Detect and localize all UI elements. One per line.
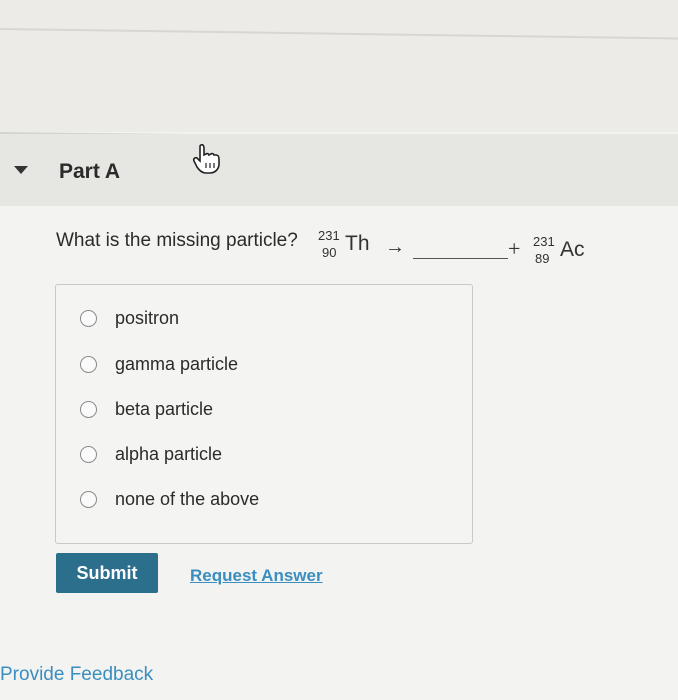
radio-button[interactable] xyxy=(80,356,97,373)
product-symbol: Ac xyxy=(560,238,585,261)
reaction-arrow: → xyxy=(385,236,405,258)
product-mass-number: 231 xyxy=(533,234,555,249)
submit-button[interactable]: Submit xyxy=(56,553,158,593)
radio-button[interactable] xyxy=(80,310,97,327)
option-label[interactable]: gamma particle xyxy=(115,354,238,375)
question-text: What is the missing particle? xyxy=(56,230,298,251)
reactant-mass-number: 231 xyxy=(318,228,340,243)
request-answer-link[interactable]: Request Answer xyxy=(190,566,323,586)
caret-down-icon[interactable] xyxy=(14,166,28,174)
plus-sign: + xyxy=(508,236,521,261)
radio-button[interactable] xyxy=(80,491,97,508)
provide-feedback-link[interactable]: Provide Feedback xyxy=(0,664,153,686)
answer-blank xyxy=(413,258,508,259)
part-title[interactable]: Part A xyxy=(59,160,120,184)
option-label[interactable]: beta particle xyxy=(115,399,213,420)
option-label[interactable]: alpha particle xyxy=(115,444,222,465)
radio-button[interactable] xyxy=(80,446,97,463)
hand-pointer-icon xyxy=(192,143,220,174)
top-banner xyxy=(0,0,678,132)
radio-button[interactable] xyxy=(80,401,97,418)
reactant-symbol: Th xyxy=(345,232,370,255)
option-label[interactable]: none of the above xyxy=(115,489,259,510)
product-atomic-number: 89 xyxy=(535,251,550,266)
reactant-atomic-number: 90 xyxy=(322,245,337,260)
option-label[interactable]: positron xyxy=(115,308,179,329)
